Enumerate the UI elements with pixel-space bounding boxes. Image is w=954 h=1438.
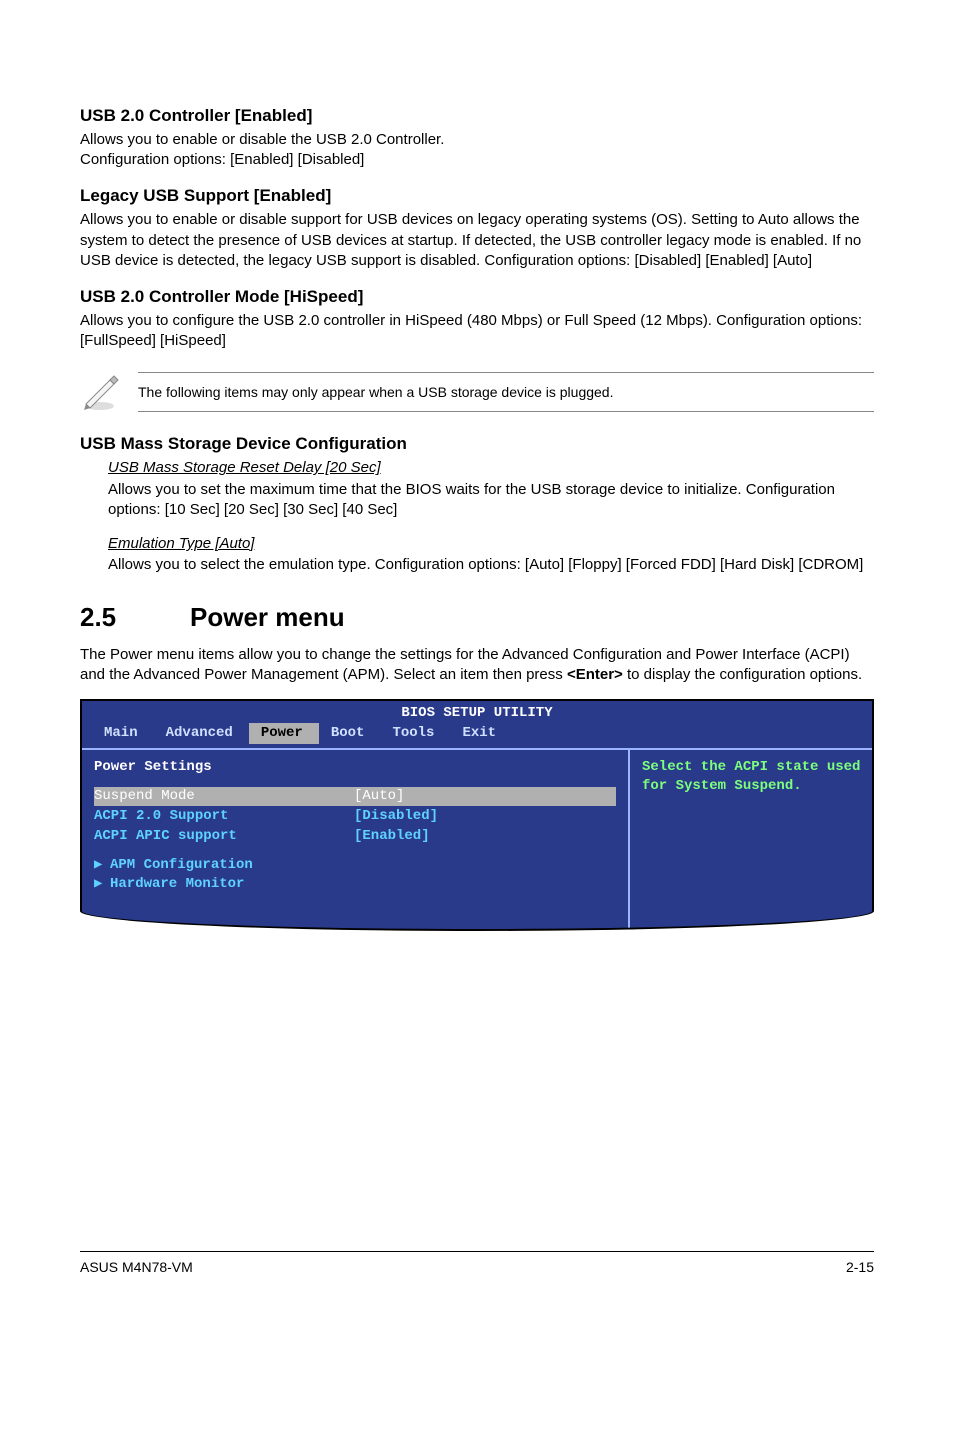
bios-tab-bar: Main Advanced Power Boot Tools Exit xyxy=(82,723,872,748)
bios-tab-tools[interactable]: Tools xyxy=(380,723,450,744)
bios-title: BIOS SETUP UTILITY xyxy=(82,701,872,723)
bios-left-pane: Power Settings Suspend Mode [Auto] ACPI … xyxy=(82,750,630,929)
paragraph-power-menu: The Power menu items allow you to change… xyxy=(80,645,874,686)
bios-label-hardware-monitor: Hardware Monitor xyxy=(110,875,244,894)
bios-row-hardware-monitor[interactable]: ▶ Hardware Monitor xyxy=(94,875,616,894)
bios-tab-main[interactable]: Main xyxy=(92,723,154,744)
triangle-right-icon: ▶ xyxy=(94,875,110,894)
heading-usb20-mode: USB 2.0 Controller Mode [HiSpeed] xyxy=(80,286,874,309)
page-footer: ASUS M4N78-VM 2-15 xyxy=(80,1251,874,1277)
bios-tab-exit[interactable]: Exit xyxy=(450,723,512,744)
bios-row-apm-config[interactable]: ▶ APM Configuration xyxy=(94,856,616,875)
bios-row-acpi-apic[interactable]: ACPI APIC support [Enabled] xyxy=(94,827,616,846)
bios-label-acpi-apic: ACPI APIC support xyxy=(94,827,354,846)
bios-tab-advanced[interactable]: Advanced xyxy=(154,723,249,744)
footer-left: ASUS M4N78-VM xyxy=(80,1258,193,1277)
paragraph-usb20-controller: Allows you to enable or disable the USB … xyxy=(80,130,874,171)
paragraph-reset-delay: Allows you to set the maximum time that … xyxy=(108,480,874,521)
paragraph-usb20-mode: Allows you to configure the USB 2.0 cont… xyxy=(80,311,874,352)
bios-value-acpi20: [Disabled] xyxy=(354,807,438,826)
pencil-icon xyxy=(80,372,120,412)
bios-value-acpi-apic: [Enabled] xyxy=(354,827,430,846)
bios-tab-power[interactable]: Power xyxy=(249,723,319,744)
note-rule-bottom xyxy=(138,411,874,412)
subheading-reset-delay: USB Mass Storage Reset Delay [20 Sec] xyxy=(108,458,874,478)
triangle-right-icon: ▶ xyxy=(94,856,110,875)
section-heading-power-menu: 2.5Power menu xyxy=(80,600,874,635)
note-text: The following items may only appear when… xyxy=(138,379,874,406)
bios-label-acpi20: ACPI 2.0 Support xyxy=(94,807,354,826)
bios-value-suspend-mode: [Auto] xyxy=(354,787,404,806)
bios-screenshot: BIOS SETUP UTILITY Main Advanced Power B… xyxy=(80,699,874,931)
section-title: Power menu xyxy=(190,602,345,632)
bios-help-text: Select the ACPI state used for System Su… xyxy=(642,758,862,796)
paragraph-legacy-usb: Allows you to enable or disable support … xyxy=(80,210,874,271)
bios-label-apm-config: APM Configuration xyxy=(110,856,253,875)
heading-usb-mass-storage: USB Mass Storage Device Configuration xyxy=(80,433,874,456)
section-number: 2.5 xyxy=(80,600,190,635)
paragraph-emulation-type: Allows you to select the emulation type.… xyxy=(108,555,874,575)
bios-help-pane: Select the ACPI state used for System Su… xyxy=(630,750,872,929)
bios-row-acpi20[interactable]: ACPI 2.0 Support [Disabled] xyxy=(94,807,616,826)
heading-usb20-controller: USB 2.0 Controller [Enabled] xyxy=(80,105,874,128)
heading-legacy-usb: Legacy USB Support [Enabled] xyxy=(80,185,874,208)
footer-right: 2-15 xyxy=(846,1258,874,1277)
bios-tab-boot[interactable]: Boot xyxy=(319,723,381,744)
note-rule-top xyxy=(138,372,874,373)
subheading-emulation-type: Emulation Type [Auto] xyxy=(108,534,874,554)
bios-row-suspend-mode[interactable]: Suspend Mode [Auto] xyxy=(94,787,616,806)
note-callout: The following items may only appear when… xyxy=(80,366,874,419)
bios-label-suspend-mode: Suspend Mode xyxy=(94,787,354,806)
bios-panel-heading: Power Settings xyxy=(94,758,616,777)
